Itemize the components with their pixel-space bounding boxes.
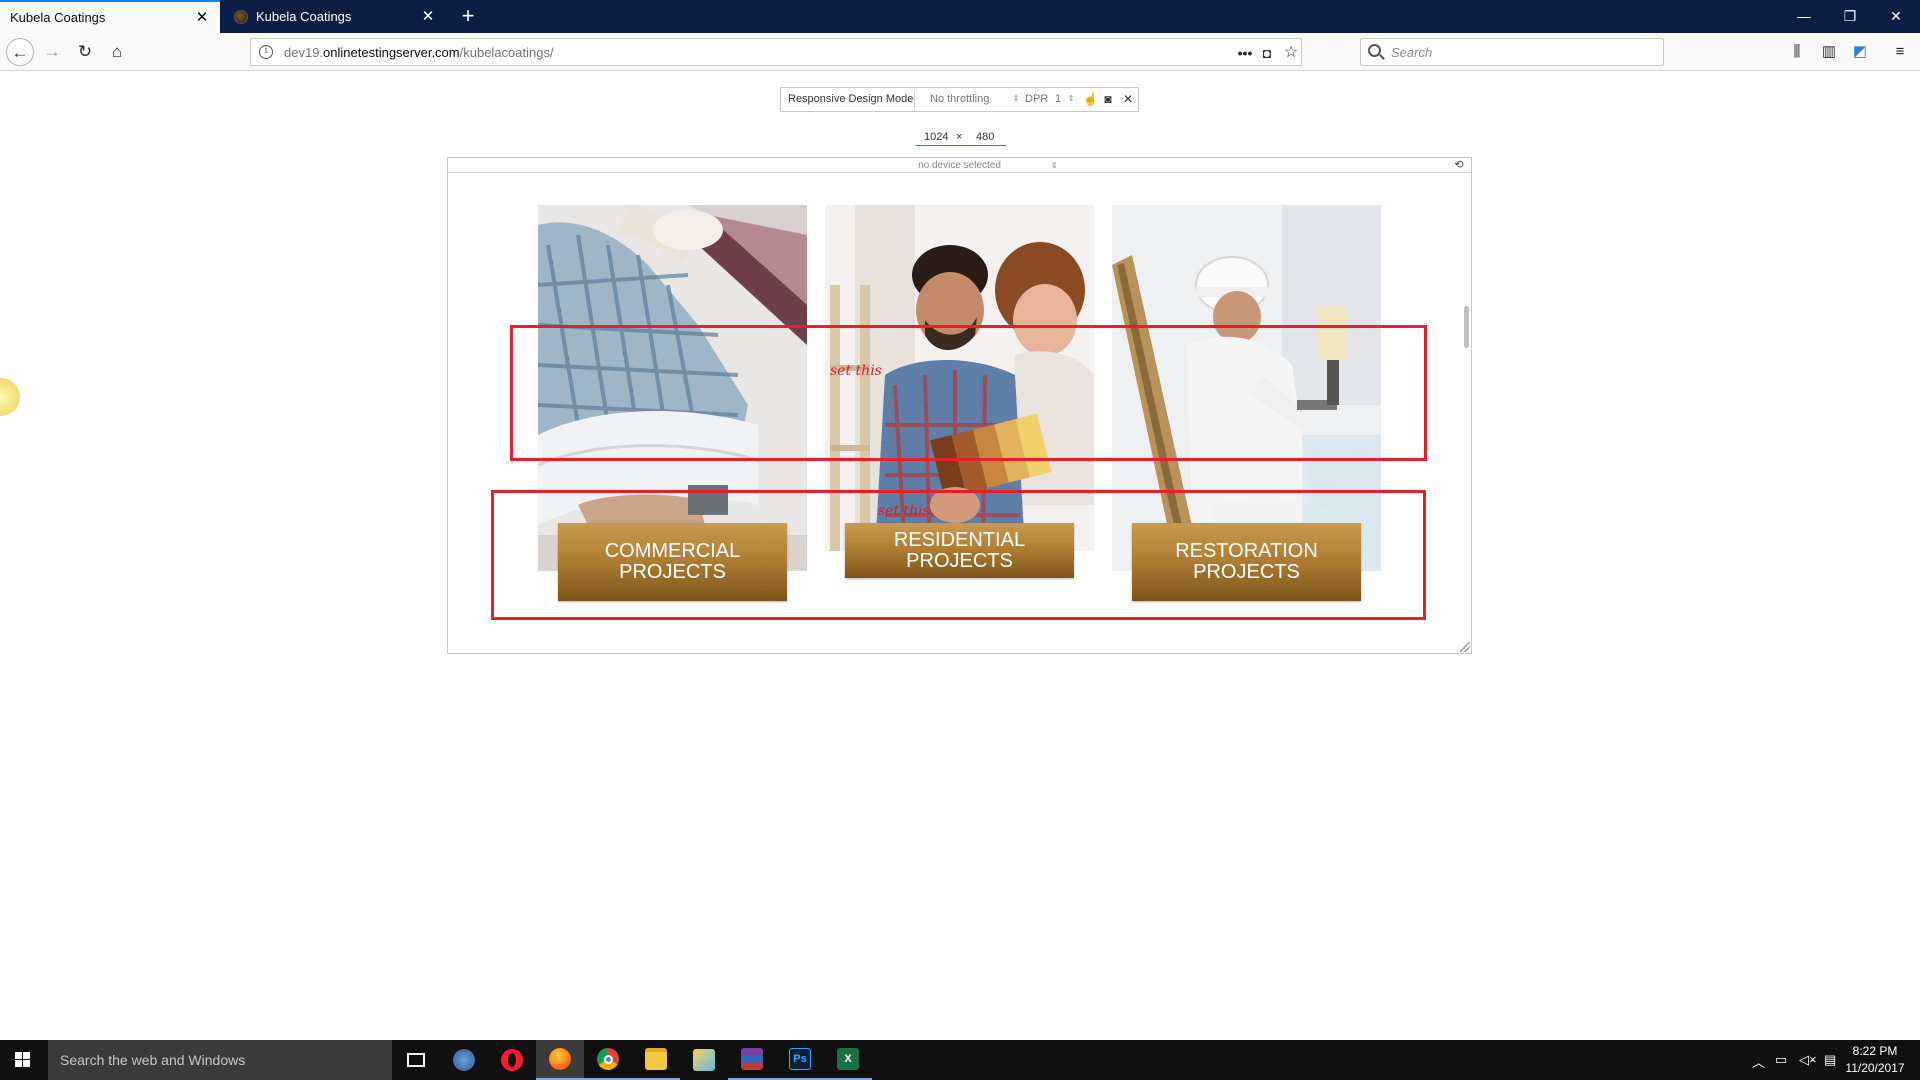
windows-logo-icon xyxy=(15,1052,22,1059)
taskbar-app-browser[interactable] xyxy=(440,1040,488,1080)
hamburger-menu-icon[interactable]: ≡ xyxy=(1890,42,1910,62)
clock-date: 11/20/2017 xyxy=(1845,1061,1905,1075)
throttling-select[interactable]: No throttling xyxy=(930,93,989,105)
taskbar-app-firefox[interactable] xyxy=(536,1040,584,1080)
device-selector[interactable]: no device selected ⇕ xyxy=(448,158,1471,173)
url-text[interactable]: dev19.onlinetestingserver.com/kubelacoat… xyxy=(284,45,554,60)
folder-green-icon xyxy=(693,1049,715,1071)
search-input[interactable] xyxy=(1391,43,1651,61)
kubela-favicon-icon xyxy=(234,9,248,24)
annotation-note-top: set this xyxy=(830,363,882,379)
extension-icon[interactable]: ◩ xyxy=(1850,42,1870,62)
opera-icon xyxy=(501,1049,523,1071)
library-icon[interactable]: ⫼ xyxy=(1787,42,1807,62)
tab-kubela-coatings[interactable]: Kubela Coatings ✕ xyxy=(224,0,446,33)
tab-strip: Kubela Coatings ✕ Kubela Coatings ✕ + — … xyxy=(0,0,1920,33)
search-box[interactable] xyxy=(1360,38,1664,66)
show-hidden-icons-icon[interactable]: ︿ xyxy=(1752,1052,1765,1071)
winrar-icon xyxy=(741,1048,763,1070)
reload-icon[interactable]: ↻ xyxy=(71,38,99,66)
task-view-icon xyxy=(407,1053,425,1067)
viewport-height-input[interactable]: 480 xyxy=(976,131,994,143)
restore-window-icon[interactable]: ❐ xyxy=(1827,0,1873,33)
throttling-chevron-icon: ⇕ xyxy=(1012,94,1020,103)
navigation-toolbar: ← → ↻ ⌂ i dev19.onlinetestingserver.com/… xyxy=(0,33,1920,71)
sidebar-icon[interactable]: ▥ xyxy=(1819,42,1839,62)
screenshot-camera-icon[interactable]: ◙ xyxy=(1101,92,1115,106)
tab-title: Kubela Coatings xyxy=(10,10,106,25)
system-clock[interactable]: 8:22 PM 11/20/2017 xyxy=(1840,1043,1910,1077)
minimize-window-icon[interactable]: — xyxy=(1781,0,1827,33)
folder-icon xyxy=(645,1048,667,1070)
tab-title: Kubela Coatings xyxy=(256,9,352,24)
annotation-box-bottom xyxy=(491,490,1426,620)
address-bar[interactable]: i dev19.onlinetestingserver.com/kubelaco… xyxy=(250,38,1302,66)
home-icon[interactable]: ⌂ xyxy=(103,38,131,66)
bookmark-star-icon[interactable]: ☆ xyxy=(1281,43,1301,63)
responsive-design-toolbar: Responsive Design Mode No throttling ⇕ D… xyxy=(780,87,1139,112)
back-arrow-icon[interactable]: ← xyxy=(6,38,34,66)
globe-icon xyxy=(453,1049,475,1071)
tab-kubela-coatings-active[interactable]: Kubela Coatings ✕ xyxy=(0,0,220,33)
rotate-viewport-icon[interactable]: ⟲ xyxy=(1451,159,1467,172)
page-actions-icon[interactable]: ••• xyxy=(1235,43,1255,63)
taskbar-app-folder[interactable] xyxy=(680,1040,728,1080)
close-rdm-icon[interactable]: ✕ xyxy=(1121,92,1135,106)
taskbar-app-chrome[interactable] xyxy=(584,1040,632,1080)
new-tab-button[interactable]: + xyxy=(456,4,480,28)
cursor-highlight xyxy=(0,378,20,416)
annotation-note-bottom: set this xyxy=(878,503,930,519)
taskbar-search-input[interactable] xyxy=(60,1051,380,1069)
viewport-width-input[interactable]: 1024 xyxy=(924,131,948,143)
photoshop-icon: Ps xyxy=(789,1048,811,1070)
close-tab-icon[interactable]: ✕ xyxy=(194,9,210,26)
taskbar-app-winrar[interactable] xyxy=(728,1040,776,1080)
network-icon[interactable]: ▭ xyxy=(1775,1052,1787,1068)
site-info-icon[interactable]: i xyxy=(259,45,273,59)
task-view-button[interactable] xyxy=(392,1040,440,1080)
forward-arrow-icon[interactable]: → xyxy=(38,38,66,66)
touch-simulation-icon[interactable]: ☝ xyxy=(1083,92,1098,106)
action-center-icon[interactable]: ▤ xyxy=(1824,1052,1836,1068)
taskbar-app-excel[interactable]: X xyxy=(824,1040,872,1080)
chrome-icon xyxy=(597,1048,619,1070)
volume-muted-icon[interactable]: ◁× xyxy=(1799,1052,1817,1068)
toolbar-divider xyxy=(914,91,915,108)
dpr-label: DPR xyxy=(1025,93,1049,105)
device-chevron-icon: ⇕ xyxy=(1051,161,1058,170)
device-select-label[interactable]: no device selected xyxy=(918,160,1001,171)
dpr-select[interactable]: 1 xyxy=(1055,93,1061,105)
viewport-resize-handle[interactable] xyxy=(1460,642,1470,652)
dpr-chevron-icon: ⇕ xyxy=(1067,94,1075,103)
excel-icon: X xyxy=(837,1048,859,1070)
close-window-icon[interactable]: ✕ xyxy=(1873,0,1919,33)
taskbar-app-opera[interactable] xyxy=(488,1040,536,1080)
clock-time: 8:22 PM xyxy=(1852,1044,1898,1058)
search-icon xyxy=(1368,44,1381,57)
size-times-label: × xyxy=(956,131,963,143)
rdm-title: Responsive Design Mode xyxy=(788,93,914,105)
windows-taskbar: Ps X ︿ ▭ ◁× ▤ 8:22 PM 11/20/2017 xyxy=(0,1040,1920,1080)
start-button[interactable] xyxy=(0,1040,48,1080)
viewport-size-editor: 1024 × 480 xyxy=(916,130,1006,146)
pocket-icon[interactable]: ◘ xyxy=(1257,43,1277,63)
annotation-box-top xyxy=(510,325,1427,461)
viewport-scrollbar[interactable] xyxy=(1464,306,1469,348)
taskbar-app-file-explorer[interactable] xyxy=(632,1040,680,1080)
firefox-icon xyxy=(549,1048,571,1070)
taskbar-app-photoshop[interactable]: Ps xyxy=(776,1040,824,1080)
close-tab-icon[interactable]: ✕ xyxy=(420,8,436,25)
taskbar-search-box[interactable] xyxy=(48,1040,392,1080)
